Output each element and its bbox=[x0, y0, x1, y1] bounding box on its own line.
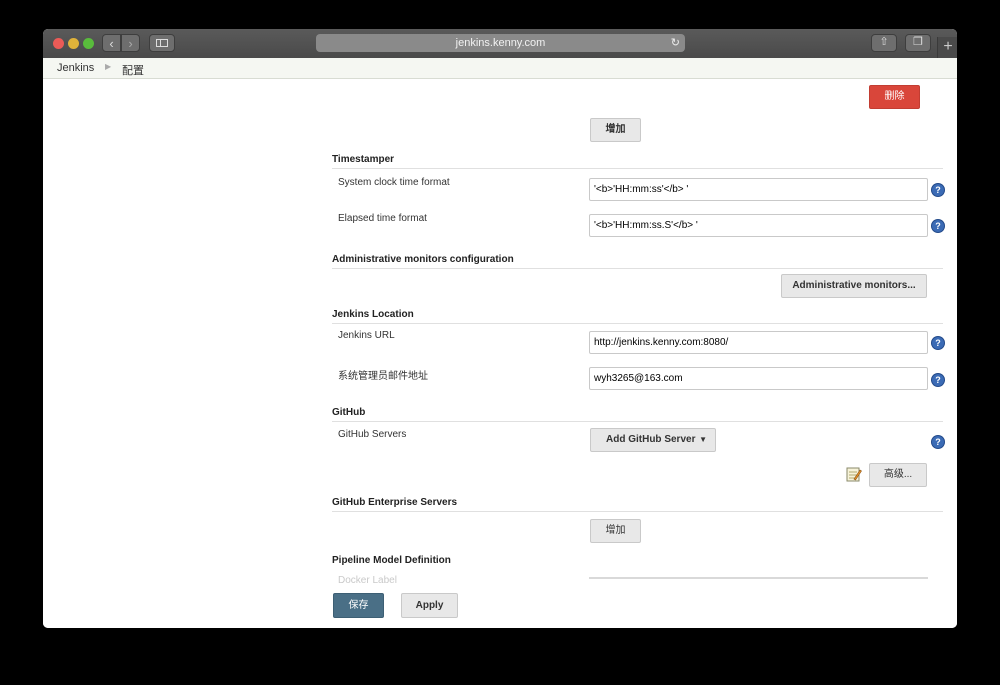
help-icon[interactable]: ? bbox=[932, 436, 944, 448]
section-timestamper: Timestamper bbox=[332, 154, 943, 169]
field-edge bbox=[589, 577, 928, 579]
reload-icon[interactable]: ↻ bbox=[671, 34, 680, 52]
address-bar[interactable]: jenkins.kenny.com ↻ bbox=[316, 34, 685, 52]
admin-monitors-button[interactable]: Administrative monitors... bbox=[781, 274, 927, 298]
sidebar-toggle-button[interactable] bbox=[149, 34, 175, 52]
breadcrumb: Jenkins ▶ 配置 bbox=[43, 58, 957, 79]
url-text: jenkins.kenny.com bbox=[455, 37, 546, 49]
section-jenkins-location: Jenkins Location bbox=[332, 309, 943, 324]
chevron-left-icon: ‹ bbox=[109, 36, 114, 51]
add-github-server-label: Add GitHub Server bbox=[606, 434, 696, 445]
jenkins-url-label: Jenkins URL bbox=[338, 330, 395, 341]
section-github-enterprise: GitHub Enterprise Servers bbox=[332, 497, 943, 512]
jenkins-url-field[interactable] bbox=[589, 331, 928, 354]
section-github: GitHub bbox=[332, 407, 943, 422]
minimize-window-icon[interactable] bbox=[68, 38, 79, 49]
add-github-server-button[interactable]: Add GitHub Server ▼ bbox=[590, 428, 716, 452]
forward-button[interactable]: › bbox=[121, 34, 140, 52]
tabs-icon: ❐ bbox=[913, 36, 923, 48]
admin-email-label: 系统管理员邮件地址 bbox=[338, 371, 428, 382]
github-servers-label: GitHub Servers bbox=[338, 429, 407, 440]
help-icon[interactable]: ? bbox=[932, 220, 944, 232]
delete-button[interactable]: 删除 bbox=[869, 85, 920, 109]
new-tab-button[interactable]: + bbox=[937, 37, 957, 58]
system-clock-label: System clock time format bbox=[338, 177, 450, 188]
advanced-button[interactable]: 高级... bbox=[869, 463, 927, 487]
bottom-action-bar bbox=[43, 583, 957, 628]
share-button[interactable]: ⇧ bbox=[871, 34, 897, 52]
add-button[interactable]: 增加 bbox=[590, 118, 641, 142]
help-icon[interactable]: ? bbox=[932, 374, 944, 386]
tabs-button[interactable]: ❐ bbox=[905, 34, 931, 52]
title-bar: ‹ › jenkins.kenny.com ↻ ⇧ ❐ + bbox=[43, 29, 957, 58]
back-button[interactable]: ‹ bbox=[102, 34, 121, 52]
add-enterprise-server-button[interactable]: 增加 bbox=[590, 519, 641, 543]
chevron-right-icon: › bbox=[128, 36, 133, 51]
sidebar-icon bbox=[156, 39, 168, 47]
admin-email-field[interactable] bbox=[589, 367, 928, 390]
system-clock-format-field[interactable] bbox=[589, 178, 928, 201]
elapsed-time-label: Elapsed time format bbox=[338, 213, 427, 224]
caret-down-icon: ▼ bbox=[699, 435, 707, 444]
save-button[interactable]: 保存 bbox=[333, 593, 384, 618]
close-window-icon[interactable] bbox=[53, 38, 64, 49]
section-admin-monitors: Administrative monitors configuration bbox=[332, 254, 943, 269]
apply-button[interactable]: Apply bbox=[401, 593, 458, 618]
help-icon[interactable]: ? bbox=[932, 337, 944, 349]
breadcrumb-separator-icon: ▶ bbox=[105, 62, 112, 71]
breadcrumb-jenkins[interactable]: Jenkins bbox=[57, 62, 94, 74]
maximize-window-icon[interactable] bbox=[83, 38, 94, 49]
elapsed-time-format-field[interactable] bbox=[589, 214, 928, 237]
notepad-edit-icon[interactable] bbox=[846, 466, 862, 482]
section-pipeline-model-definition: Pipeline Model Definition bbox=[332, 555, 451, 566]
breadcrumb-config[interactable]: 配置 bbox=[122, 62, 144, 78]
help-icon[interactable]: ? bbox=[932, 184, 944, 196]
share-icon: ⇧ bbox=[879, 36, 889, 48]
browser-window: ‹ › jenkins.kenny.com ↻ ⇧ ❐ + Jenkins ▶ … bbox=[43, 29, 957, 628]
